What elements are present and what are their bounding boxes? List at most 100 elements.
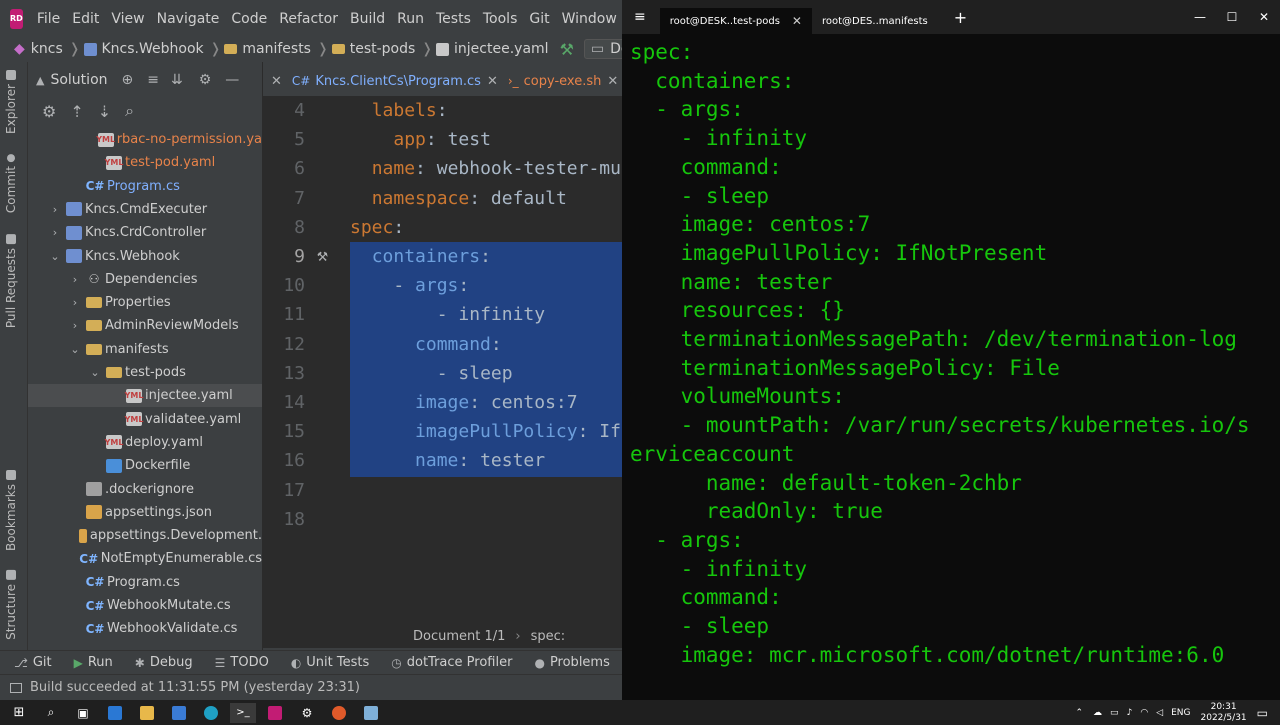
- hamburger-menu-icon[interactable]: ≡: [634, 9, 646, 25]
- gear-icon[interactable]: ⚙: [199, 72, 212, 88]
- tab-explorer[interactable]: Explorer: [4, 70, 18, 134]
- tab-bookmarks[interactable]: Bookmarks: [4, 470, 18, 551]
- menu-navigate[interactable]: Navigate: [157, 11, 220, 27]
- tree-item[interactable]: ⌄ test-pods: [28, 361, 262, 384]
- tree-item[interactable]: C# WebhookMutate.cs: [28, 594, 262, 617]
- language-indicator[interactable]: ENG: [1171, 708, 1190, 718]
- tab-structure[interactable]: Structure: [4, 570, 18, 640]
- tool-run[interactable]: ▶ Run: [74, 655, 113, 670]
- close-tab-icon[interactable]: ✕: [487, 74, 498, 89]
- tree-item[interactable]: YML validatee.yaml: [28, 408, 262, 431]
- cloud-icon[interactable]: ☁: [1093, 708, 1102, 718]
- camera-icon[interactable]: ▭: [1110, 708, 1119, 718]
- chevron-down-icon[interactable]: ⌄: [48, 250, 62, 263]
- menu-tests[interactable]: Tests: [436, 11, 471, 27]
- mail-button[interactable]: [102, 703, 128, 723]
- edge-button[interactable]: [198, 703, 224, 723]
- menu-edit[interactable]: Edit: [72, 11, 99, 27]
- document-indicator[interactable]: Document 1/1: [413, 629, 505, 644]
- new-tab-icon[interactable]: +: [954, 8, 967, 27]
- tree-item[interactable]: › Kncs.CrdController: [28, 221, 262, 244]
- menu-build[interactable]: Build: [350, 11, 385, 27]
- tool-problems[interactable]: ● Problems: [534, 655, 609, 670]
- notes-button[interactable]: [358, 703, 384, 723]
- chevron-up-icon[interactable]: ⌃: [1076, 708, 1084, 718]
- tree-item[interactable]: C# NotEmptyEnumerable.cs: [28, 547, 262, 570]
- locate-icon[interactable]: ⊕: [122, 72, 134, 88]
- breadcrumb-spec[interactable]: spec:: [531, 629, 566, 644]
- tool-git[interactable]: ⎇ Git: [14, 655, 52, 670]
- tree-item[interactable]: ⌄ Kncs.Webhook: [28, 245, 262, 268]
- tool-debug[interactable]: ✱ Debug: [135, 655, 193, 670]
- breadcrumb-item[interactable]: test-pods ❭: [331, 41, 433, 57]
- menu-run[interactable]: Run: [397, 11, 424, 27]
- tool-unit-tests[interactable]: ◐ Unit Tests: [291, 655, 369, 670]
- settings-button[interactable]: ⚙: [294, 703, 320, 723]
- terminal-tab[interactable]: root@DES..manifests: [811, 8, 938, 34]
- search-button[interactable]: ⌕: [38, 703, 64, 723]
- maximize-icon[interactable]: ☐: [1216, 0, 1248, 34]
- wifi-icon[interactable]: ◠: [1140, 708, 1148, 718]
- tree-item[interactable]: YML deploy.yaml: [28, 431, 262, 454]
- tree-item[interactable]: › AdminReviewModels: [28, 314, 262, 337]
- tree-item[interactable]: › Kncs.CmdExecuter: [28, 198, 262, 221]
- minimize-icon[interactable]: —: [1184, 0, 1216, 34]
- chevron-right-icon[interactable]: ›: [68, 319, 82, 332]
- tree-item[interactable]: ⌄ manifests: [28, 338, 262, 361]
- microphone-icon[interactable]: ♪: [1127, 708, 1133, 718]
- menu-tools[interactable]: Tools: [483, 11, 518, 27]
- breadcrumb-item[interactable]: manifests ❭: [224, 41, 329, 57]
- dropdown-icon[interactable]: ▲: [36, 74, 44, 87]
- menu-refactor[interactable]: Refactor: [279, 11, 338, 27]
- close-tab-icon[interactable]: ✕: [792, 14, 802, 28]
- build-hammer-icon[interactable]: ⚒: [560, 40, 574, 59]
- menu-file[interactable]: File: [37, 11, 60, 27]
- tree-item[interactable]: appsettings.Development.: [28, 524, 262, 547]
- volume-icon[interactable]: ◁: [1156, 708, 1163, 718]
- tree-item[interactable]: appsettings.json: [28, 501, 262, 524]
- breadcrumb-item[interactable]: injectee.yaml: [436, 41, 549, 57]
- terminal-tab[interactable]: root@DESK..test-pods ✕: [659, 8, 812, 34]
- hide-icon[interactable]: —: [225, 72, 239, 88]
- notification-icon[interactable]: ▭: [1257, 706, 1268, 720]
- search-icon[interactable]: ⌕: [125, 101, 134, 121]
- chevron-right-icon[interactable]: ›: [68, 273, 82, 286]
- expand-all-icon[interactable]: ≡: [147, 72, 159, 88]
- tree-item[interactable]: Dockerfile: [28, 454, 262, 477]
- tree-item[interactable]: C# WebhookValidate.cs: [28, 617, 262, 640]
- chevron-down-icon[interactable]: ⌄: [88, 366, 102, 379]
- menu-window[interactable]: Window: [562, 11, 617, 27]
- tree-item[interactable]: C# Program.cs: [28, 571, 262, 594]
- explorer-button[interactable]: [134, 703, 160, 723]
- editor-tab[interactable]: C# Kncs.ClientCs\Program.cs ✕: [292, 74, 498, 89]
- tab-pull-requests[interactable]: Pull Requests: [4, 234, 18, 328]
- breadcrumb-item[interactable]: Kncs.Webhook ❭: [83, 41, 221, 57]
- menu-code[interactable]: Code: [231, 11, 267, 27]
- scroll-to-source-icon[interactable]: ⇣: [98, 102, 111, 121]
- chevron-right-icon[interactable]: ›: [48, 226, 62, 239]
- clock[interactable]: 20:31 2022/5/31: [1201, 702, 1247, 724]
- tool-dottrace-profiler[interactable]: ◷ dotTrace Profiler: [391, 655, 512, 670]
- menu-git[interactable]: Git: [529, 11, 549, 27]
- tree-item[interactable]: C# Program.cs: [28, 175, 262, 198]
- terminal-button[interactable]: >_: [230, 702, 256, 723]
- code-editor[interactable]: 4 labels: 5 app: test 6 name: webhook-test…: [263, 96, 622, 624]
- rider-button[interactable]: [262, 703, 288, 723]
- status-icon[interactable]: [10, 682, 22, 693]
- close-tab-icon[interactable]: ✕: [607, 74, 618, 89]
- solution-label[interactable]: Solution: [50, 72, 107, 88]
- tree-item[interactable]: .dockerignore: [28, 478, 262, 501]
- filter-icon[interactable]: ⚙: [42, 102, 56, 121]
- run-configuration-selector[interactable]: ▭ Debug | Any C: [583, 39, 622, 59]
- tree-item[interactable]: › ⚇ Dependencies: [28, 268, 262, 291]
- tree-item[interactable]: YML test-pod.yaml: [28, 151, 262, 174]
- tab-commit[interactable]: Commit: [4, 154, 18, 213]
- close-icon[interactable]: ✕: [1248, 0, 1280, 34]
- app-button[interactable]: [166, 703, 192, 723]
- start-button[interactable]: ⊞: [6, 703, 32, 723]
- scroll-from-source-icon[interactable]: ⇡: [70, 102, 83, 121]
- task-view-button[interactable]: ▣: [70, 703, 96, 723]
- terminal-output[interactable]: spec: containers: - args: - infinity com…: [630, 38, 1280, 698]
- menu-view[interactable]: View: [111, 11, 144, 27]
- recorder-button[interactable]: [326, 703, 352, 723]
